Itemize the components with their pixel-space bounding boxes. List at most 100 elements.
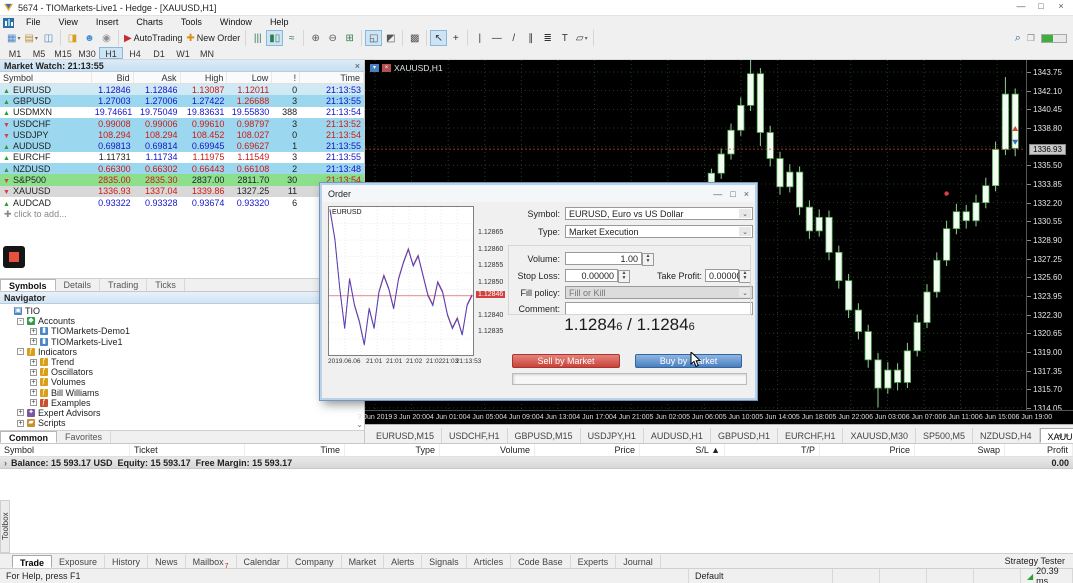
mw-col--[interactable]: !: [272, 72, 301, 83]
chart-tab-gbpusd-h1[interactable]: GBPUSD,H1: [711, 428, 778, 443]
collapse-icon[interactable]: -: [17, 317, 24, 325]
chart-tab-sp500-m5[interactable]: SP500,M5: [916, 428, 974, 443]
market-row-s-p500[interactable]: ▼ S&P500 2835.00 2835.30 2837.00 2811.70 30 21:…: [0, 174, 364, 186]
tab-ticks[interactable]: Ticks: [147, 279, 185, 291]
type-select[interactable]: Market Execution ⌄: [565, 225, 753, 238]
toolbox-tab-market[interactable]: Market: [342, 555, 385, 568]
buy-by-market-button[interactable]: Buy by Market: [635, 354, 742, 368]
objects-icon[interactable]: ▩: [406, 30, 423, 46]
tab-common[interactable]: Common: [0, 431, 57, 443]
status-profile[interactable]: Default: [688, 569, 833, 583]
nav-item-expert-advisors[interactable]: + ✦ Expert Advisors: [0, 408, 364, 418]
expand-icon[interactable]: +: [30, 327, 37, 335]
timeframe-h1[interactable]: H1: [99, 47, 123, 59]
restore-icon[interactable]: □: [1031, 0, 1051, 14]
toolbox-col-volume[interactable]: Volume: [440, 444, 535, 456]
arrange-windows-icon[interactable]: ◱: [365, 30, 383, 46]
nav-item-tiomarkets-live1[interactable]: + ▮ TIOMarkets-Live1: [0, 337, 364, 347]
chevron-down-icon[interactable]: ⌄: [739, 209, 751, 218]
zoom-in-icon[interactable]: ⊕: [307, 30, 324, 46]
dialog-minimize-icon[interactable]: —: [713, 189, 722, 199]
chart-price-axis[interactable]: 1343.75 1342.10 1340.45 1338.80 1335.50 1333.…: [1026, 60, 1073, 413]
chart-window-icon[interactable]: ◫: [40, 30, 57, 46]
menu-file[interactable]: File: [17, 16, 50, 29]
expand-icon[interactable]: +: [30, 338, 37, 346]
expand-icon[interactable]: +: [17, 419, 24, 427]
toolbox-col-type[interactable]: Type: [345, 444, 440, 456]
menu-help[interactable]: Help: [261, 16, 298, 29]
expand-icon[interactable]: +: [30, 368, 37, 376]
market-row-xauusd[interactable]: ▼XAUUSD1336.931337.041339.861327.251121:…: [0, 185, 364, 197]
timeframe-w1[interactable]: W1: [171, 47, 195, 59]
tab-favorites[interactable]: Favorites: [57, 431, 112, 443]
close-icon[interactable]: ×: [1051, 0, 1071, 14]
toolbox-tab-trade[interactable]: Trade: [12, 555, 53, 568]
menu-window[interactable]: Window: [211, 16, 261, 29]
toolbox-col-ticket[interactable]: Ticket: [130, 444, 245, 456]
mw-col-low[interactable]: Low: [227, 72, 273, 83]
market-row-audcad[interactable]: ▲AUDCAD0.933220.933280.936740.93320621:1…: [0, 196, 364, 209]
toolbox-tab-experts[interactable]: Experts: [571, 555, 617, 568]
cursor-icon[interactable]: ↖: [430, 30, 448, 46]
toolbox-tab-signals[interactable]: Signals: [422, 555, 467, 568]
mw-col-time[interactable]: Time: [300, 72, 364, 83]
toolbox-dock-label[interactable]: Toolbox: [0, 500, 10, 553]
chart-tab-gbpusd-m15[interactable]: GBPUSD,M15: [508, 428, 581, 443]
nav-item-indicators[interactable]: - ƒ Indicators: [0, 347, 364, 357]
tile-windows-icon[interactable]: ⊞: [341, 30, 358, 46]
timeframe-m1[interactable]: M1: [3, 47, 27, 59]
toolbox-tab-calendar[interactable]: Calendar: [237, 555, 289, 568]
mw-col-high[interactable]: High: [181, 72, 228, 83]
minimize-icon[interactable]: —: [1011, 0, 1031, 14]
timeframe-m30[interactable]: M30: [75, 47, 99, 59]
broadcast-icon[interactable]: ◉: [98, 30, 115, 46]
toolbox-col-s-l[interactable]: S/L ▲: [640, 444, 725, 456]
tab-details[interactable]: Details: [56, 279, 101, 291]
vertical-line-icon[interactable]: |: [471, 30, 488, 46]
profiles-icon[interactable]: ▤ ▾: [22, 30, 39, 46]
channel-icon[interactable]: ∥: [522, 30, 539, 46]
expand-icon[interactable]: +: [17, 409, 24, 417]
text-icon[interactable]: T: [556, 30, 573, 46]
chat-icon[interactable]: ❐: [1027, 33, 1035, 44]
nav-item-accounts[interactable]: - ◆ Accounts: [0, 316, 364, 326]
strategy-tester-label[interactable]: Strategy Tester: [1005, 556, 1065, 566]
toolbox-tab-history[interactable]: History: [105, 555, 149, 568]
balance-row[interactable]: › Balance: 15 593.17 USD Equity: 15 593.…: [0, 457, 1073, 469]
toolbox-col-swap[interactable]: Swap: [915, 444, 1005, 456]
nav-item-tio[interactable]: ▣ TIO: [0, 306, 364, 316]
payments-icon[interactable]: ◨: [64, 30, 81, 46]
navigator-scroll-down-icon[interactable]: ⌄: [356, 420, 363, 429]
nav-item-volumes[interactable]: + ƒ Volumes: [0, 377, 364, 387]
horizontal-line-icon[interactable]: —: [488, 30, 505, 46]
market-row-usdmxn[interactable]: ▲ USDMXN 19.74661 19.75049 19.83631 19.55830 3…: [0, 106, 364, 118]
chart-tab-eurchf-h1[interactable]: EURCHF,H1: [778, 428, 844, 443]
timeframe-mn[interactable]: MN: [195, 47, 219, 59]
timeframe-d1[interactable]: D1: [147, 47, 171, 59]
timeframe-h4[interactable]: H4: [123, 47, 147, 59]
market-row-eurusd[interactable]: ▲ EURUSD 1.12846 1.12846 1.13087 1.12011 0 21:1…: [0, 84, 364, 96]
menu-insert[interactable]: Insert: [87, 16, 128, 29]
chart-window-menu-icon[interactable]: ▾: [370, 64, 379, 72]
crosshair-icon[interactable]: +: [447, 30, 464, 46]
menu-view[interactable]: View: [50, 16, 87, 29]
chart-tab-audusd-h1[interactable]: AUDUSD,H1: [644, 428, 711, 443]
tab-symbols[interactable]: Symbols: [0, 279, 56, 291]
line-mode-icon[interactable]: ≈: [283, 30, 300, 46]
trendline-icon[interactable]: /: [505, 30, 522, 46]
nav-item-scripts[interactable]: + ▰ Scripts: [0, 418, 364, 428]
toolbox-tab-exposure[interactable]: Exposure: [52, 555, 106, 568]
zoom-out-icon[interactable]: ⊖: [324, 30, 341, 46]
autotrading-icon[interactable]: ▶ AutoTrading: [122, 30, 184, 46]
toolbox-col-profit[interactable]: Profit: [1005, 444, 1073, 456]
chart-tab-nzdusd-h4[interactable]: NZDUSD,H4: [973, 428, 1040, 443]
nav-item-tiomarkets-demo1[interactable]: + ▮ TIOMarkets-Demo1: [0, 326, 364, 336]
bars-mode-icon[interactable]: |||: [249, 30, 266, 46]
indicator-window-icon[interactable]: ◩: [382, 30, 399, 46]
expand-icon[interactable]: +: [30, 399, 37, 407]
mw-col-symbol[interactable]: Symbol: [0, 72, 92, 83]
chevron-down-icon[interactable]: ⌄: [739, 227, 751, 236]
chart-tab-usdchf-h1[interactable]: USDCHF,H1: [442, 428, 508, 443]
chart-tab-usdjpy-h1[interactable]: USDJPY,H1: [581, 428, 644, 443]
dialog-maximize-icon[interactable]: □: [730, 189, 735, 199]
